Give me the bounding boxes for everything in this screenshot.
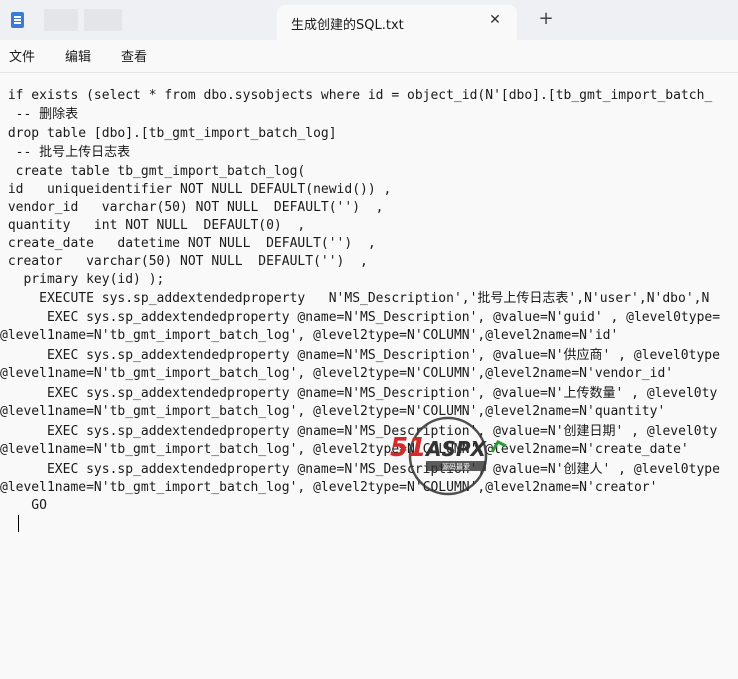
code-line: @level1name=N'tb_gmt_import_batch_log', … (0, 480, 658, 495)
code-line: quantity int NOT NULL DEFAULT(0) , (0, 218, 306, 233)
new-tab-button[interactable]: + (537, 10, 555, 28)
code-line: -- 批号上传日志表 (0, 145, 131, 160)
svg-text:51: 51 (390, 433, 426, 463)
watermark-logo: 51 ASPX 源码最爱 (388, 416, 513, 496)
title-bar: 生成创建的SQL.txt ✕ + (0, 0, 738, 40)
code-line: id uniqueidentifier NOT NULL DEFAULT(new… (0, 182, 392, 197)
tab-title: 生成创建的SQL.txt (291, 18, 404, 33)
blurred-tab-region (44, 9, 78, 31)
code-line: create table tb_gmt_import_batch_log( (0, 164, 306, 179)
menu-view[interactable]: 查看 (121, 46, 147, 65)
code-line: creator varchar(50) NOT NULL DEFAULT('')… (0, 254, 368, 269)
code-line: @level1name=N'tb_gmt_import_batch_log', … (0, 404, 666, 419)
code-line: if exists (select * from dbo.sysobjects … (0, 88, 713, 103)
svg-text:ASPX: ASPX (424, 437, 488, 461)
code-line: EXEC sys.sp_addextendedproperty @name=N'… (0, 310, 721, 325)
code-line: EXECUTE sys.sp_addextendedproperty N'MS_… (0, 291, 710, 306)
code-line: create_date datetime NOT NULL DEFAULT(''… (0, 236, 376, 251)
code-line: primary key(id) ); (0, 272, 165, 287)
code-line: EXEC sys.sp_addextendedproperty @name=N'… (0, 462, 720, 477)
code-line: vendor_id varchar(50) NOT NULL DEFAULT('… (0, 200, 384, 215)
blurred-tab-region (84, 9, 122, 31)
code-line: drop table [dbo].[tb_gmt_import_batch_lo… (0, 126, 337, 141)
close-icon[interactable]: ✕ (487, 12, 503, 28)
menu-file[interactable]: 文件 (9, 46, 35, 65)
code-line: @level1name=N'tb_gmt_import_batch_log', … (0, 328, 619, 343)
code-line: @level1name=N'tb_gmt_import_batch_log', … (0, 442, 689, 457)
code-line: -- 删除表 (0, 107, 79, 122)
text-caret (18, 515, 19, 532)
code-line: @level1name=N'tb_gmt_import_batch_log', … (0, 366, 674, 381)
code-line: EXEC sys.sp_addextendedproperty @name=N'… (0, 348, 720, 363)
menu-edit[interactable]: 编辑 (65, 46, 91, 65)
menu-bar: 文件 编辑 查看 (0, 40, 738, 70)
text-editor[interactable]: if exists (select * from dbo.sysobjects … (0, 73, 738, 679)
svg-text:源码最爱: 源码最爱 (442, 462, 470, 471)
code-line: EXEC sys.sp_addextendedproperty @name=N'… (0, 386, 718, 401)
code-line: GO (0, 498, 47, 513)
code-line: EXEC sys.sp_addextendedproperty @name=N'… (0, 424, 718, 439)
tab-active[interactable]: 生成创建的SQL.txt ✕ (277, 5, 517, 40)
notepad-icon (11, 12, 24, 28)
watermark-logo-graphic: 51 ASPX 源码最爱 (390, 416, 507, 496)
